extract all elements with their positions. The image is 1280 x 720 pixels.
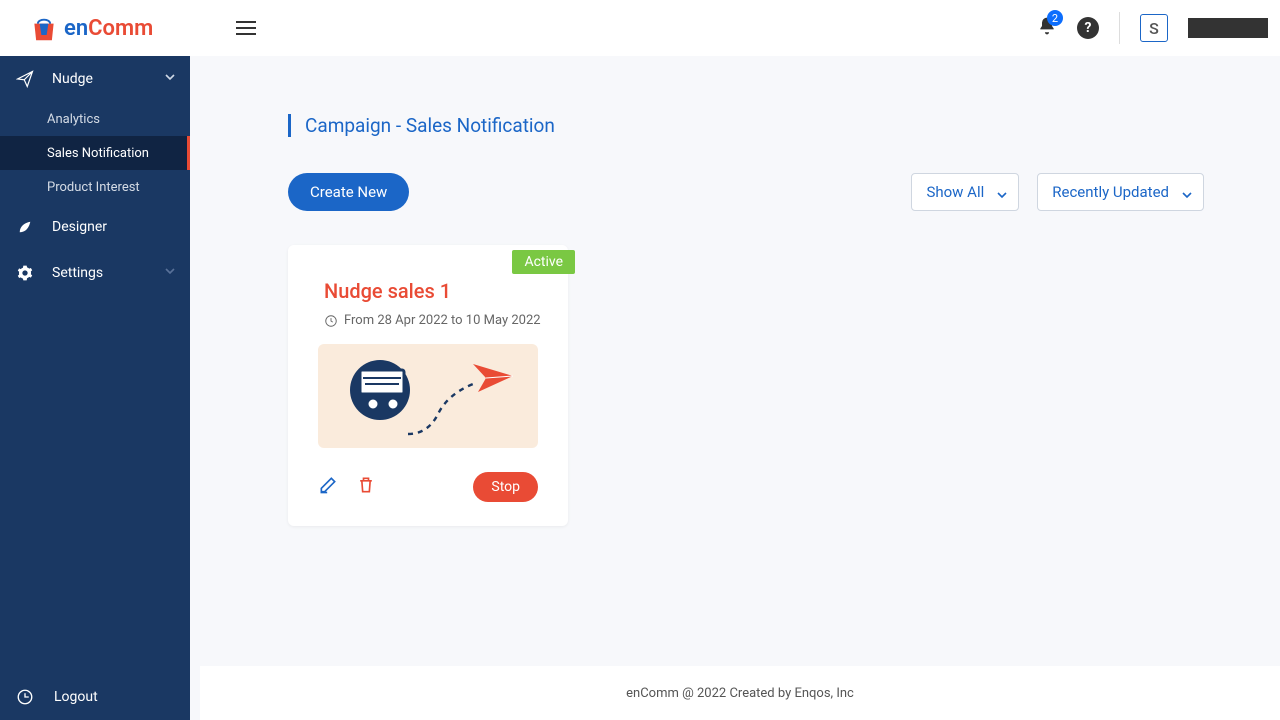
sidebar-item-settings[interactable]: Settings [0,250,190,296]
notification-badge: 2 [1047,10,1063,26]
gear-icon [16,264,34,282]
page-title: Campaign - Sales Notification [305,114,1204,137]
menu-toggle-icon[interactable] [236,21,256,35]
sidebar-label: Nudge [52,71,93,87]
campaign-card: Active Nudge sales 1 From 28 Apr 2022 to… [288,245,568,526]
toolbar: Create New Show All Recently Updated [288,173,1204,211]
create-new-button[interactable]: Create New [288,173,409,211]
chevron-down-icon [1181,187,1193,205]
footer-text: enComm @ 2022 Created by Enqos, Inc [626,686,854,701]
card-title: Nudge sales 1 [304,279,552,303]
leaf-icon [16,218,34,236]
profile-name-placeholder[interactable] [1188,18,1268,38]
page-title-wrap: Campaign - Sales Notification [288,114,1204,137]
sidebar-item-designer[interactable]: Designer [0,204,190,250]
main-content: Campaign - Sales Notification Create New… [200,56,1280,666]
pencil-icon [318,475,338,495]
help-icon[interactable]: ? [1077,17,1099,39]
logo-bag-icon [30,14,58,42]
logo-text: enComm [64,16,153,41]
logo[interactable]: enComm [12,14,192,42]
paper-plane-icon [16,70,34,88]
filter-show-dropdown[interactable]: Show All [911,173,1019,211]
chevron-down-icon [164,71,176,87]
sidebar-item-nudge[interactable]: Nudge [0,56,190,102]
card-date: From 28 Apr 2022 to 10 May 2022 [304,313,552,328]
edit-button[interactable] [318,475,338,499]
avatar[interactable]: S [1140,14,1168,42]
chevron-down-icon [996,187,1008,205]
logout-icon [16,688,34,706]
chevron-down-icon [164,265,176,281]
status-badge: Active [512,250,575,274]
trash-icon [356,475,376,495]
top-header: enComm 2 ? S [0,0,1280,56]
card-illustration [318,344,538,448]
sidebar-item-product-interest[interactable]: Product Interest [0,170,190,204]
sort-dropdown[interactable]: Recently Updated [1037,173,1204,211]
sidebar-item-analytics[interactable]: Analytics [0,102,190,136]
clock-icon [324,314,338,328]
stop-button[interactable]: Stop [473,472,538,502]
sidebar-item-sales-notification[interactable]: Sales Notification [0,136,190,170]
delete-button[interactable] [356,475,376,499]
sidebar-item-logout[interactable]: Logout [0,674,190,720]
sidebar: Nudge Analytics Sales Notification Produ… [0,56,190,720]
footer: enComm @ 2022 Created by Enqos, Inc [200,666,1280,720]
notifications-button[interactable]: 2 [1037,16,1057,40]
